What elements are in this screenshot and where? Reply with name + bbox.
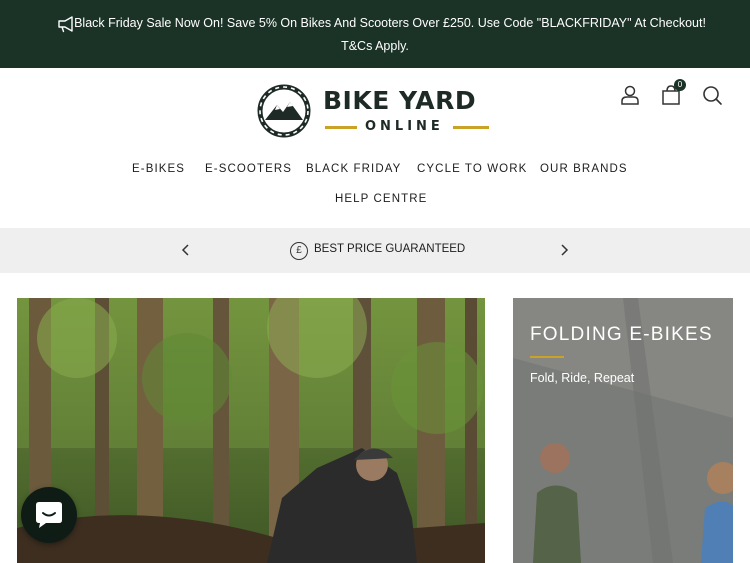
cart-count-badge: 0 bbox=[674, 79, 686, 91]
nav-item-our-brands[interactable]: OUR BRANDS bbox=[540, 163, 628, 175]
forest-rider-image bbox=[17, 298, 485, 563]
chat-widget-button[interactable] bbox=[21, 487, 77, 543]
pound-icon: £ bbox=[290, 242, 308, 260]
logo-divider-left bbox=[325, 126, 357, 129]
chain-emblem-icon bbox=[257, 84, 311, 138]
announcement-terms[interactable]: T&Cs Apply. bbox=[0, 38, 750, 54]
hero-banner[interactable] bbox=[17, 298, 485, 563]
tile-title: FOLDING E-BIKES bbox=[530, 324, 713, 345]
nav-item-e-bikes[interactable]: E-BIKES bbox=[132, 163, 185, 175]
brand-name: BIKE YARD bbox=[323, 86, 477, 115]
cart-button[interactable]: 0 bbox=[660, 79, 686, 106]
promo-strip: £ BEST PRICE GUARANTEED bbox=[0, 228, 750, 273]
chevron-left-icon[interactable] bbox=[178, 242, 194, 258]
nav-item-black-friday[interactable]: BLACK FRIDAY bbox=[306, 163, 401, 175]
announcement-text[interactable]: Black Friday Sale Now On! Save 5% On Bik… bbox=[0, 15, 750, 31]
brand-subtitle: ONLINE bbox=[365, 119, 444, 134]
nav-item-cycle-to-work[interactable]: CYCLE TO WORK bbox=[417, 163, 527, 175]
nav-item-e-scooters[interactable]: E-SCOOTERS bbox=[205, 163, 292, 175]
chevron-right-icon[interactable] bbox=[556, 242, 572, 258]
search-icon[interactable] bbox=[701, 84, 723, 106]
brand-logo[interactable]: BIKE YARD ONLINE bbox=[255, 83, 495, 139]
tile-subtitle: Fold, Ride, Repeat bbox=[530, 371, 635, 385]
folding-ebikes-tile[interactable]: FOLDING E-BIKES Fold, Ride, Repeat bbox=[513, 298, 733, 563]
announcement-bar: Black Friday Sale Now On! Save 5% On Bik… bbox=[0, 0, 750, 68]
nav-item-help-centre[interactable]: HELP CENTRE bbox=[335, 193, 427, 205]
chat-bubble-icon bbox=[36, 502, 62, 528]
tile-divider bbox=[530, 356, 564, 358]
promo-text: BEST PRICE GUARANTEED bbox=[314, 243, 466, 255]
logo-divider-right bbox=[453, 126, 489, 129]
site-header: BIKE YARD ONLINE 0 E-BIKES E-SCOOTERS BL… bbox=[0, 68, 750, 228]
account-icon[interactable] bbox=[619, 84, 641, 106]
